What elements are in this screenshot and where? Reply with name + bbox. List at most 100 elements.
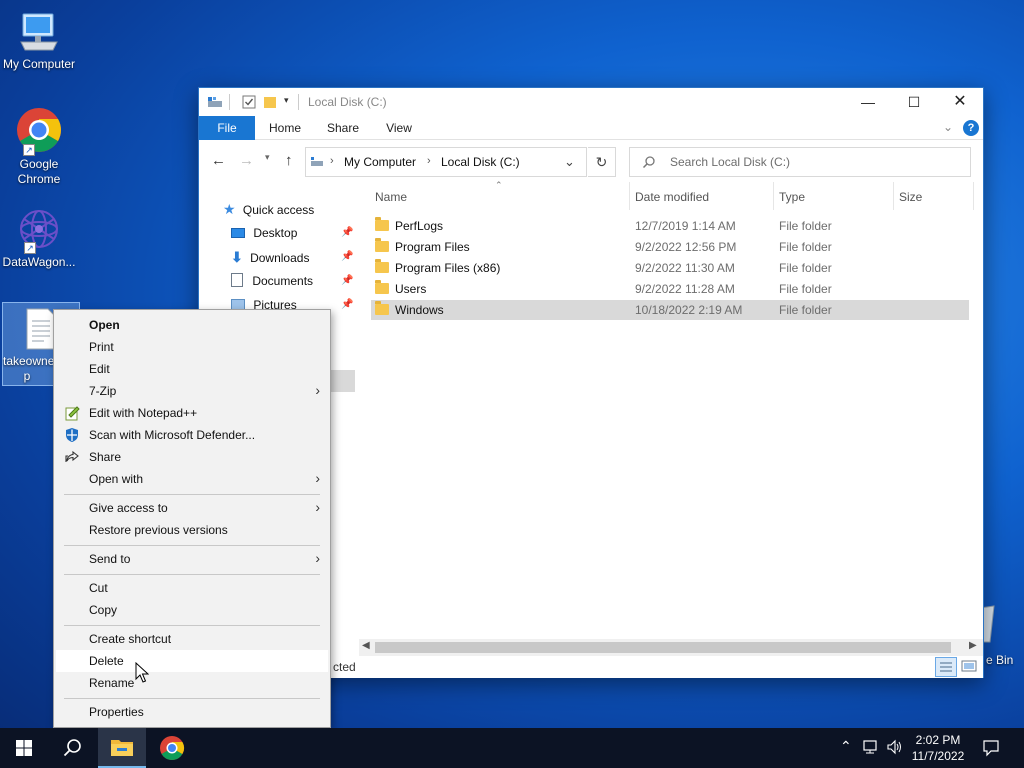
tab-file[interactable]: File: [199, 116, 255, 140]
menu-item-create-shortcut[interactable]: Create shortcut: [56, 628, 328, 650]
table-row[interactable]: Program Files 9/2/2022 12:56 PM File fol…: [371, 237, 969, 257]
recent-locations-icon[interactable]: ▾: [265, 152, 270, 163]
menu-separator: [64, 545, 320, 546]
nav-downloads[interactable]: ⬇ Downloads: [231, 246, 309, 268]
column-header-type[interactable]: Type: [779, 190, 805, 204]
menu-item-give-access[interactable]: Give access to ›: [56, 497, 328, 519]
column-header-date[interactable]: Date modified: [635, 190, 709, 204]
file-name: Program Files (x86): [395, 261, 501, 275]
new-folder-icon[interactable]: [263, 95, 277, 109]
file-name: Program Files: [395, 240, 470, 254]
menu-item-share[interactable]: Share: [56, 446, 328, 468]
menu-item-print[interactable]: Print: [56, 336, 328, 358]
desktop-icon-datawagon[interactable]: ↗ DataWagon...: [0, 206, 78, 270]
qat-separator: [298, 94, 299, 110]
network-icon[interactable]: [862, 739, 880, 758]
submenu-arrow-icon: ›: [315, 550, 320, 566]
breadcrumb-local-disk[interactable]: Local Disk (C:): [441, 155, 520, 169]
scroll-left-icon[interactable]: ◀: [362, 640, 370, 651]
defender-shield-icon: [64, 427, 80, 443]
nav-quick-access[interactable]: ★ Quick access: [223, 198, 314, 220]
show-hidden-icons[interactable]: ⌃: [840, 738, 852, 755]
volume-icon[interactable]: [886, 739, 904, 758]
minimize-button[interactable]: —: [845, 88, 891, 116]
menu-item-label: Share: [89, 450, 122, 464]
folder-icon: [111, 740, 133, 756]
column-separator: [773, 182, 774, 210]
desktop-icon-label: takeowne p: [3, 354, 55, 383]
nav-selected-item[interactable]: [329, 370, 355, 392]
column-header-name[interactable]: Name: [375, 190, 407, 204]
table-row[interactable]: PerfLogs 12/7/2019 1:14 AM File folder: [371, 216, 969, 236]
maximize-button[interactable]: ☐: [891, 88, 937, 116]
taskbar: ⌃ 2:02 PM 11/7/2022: [0, 728, 1024, 768]
menu-item-cut[interactable]: Cut: [56, 577, 328, 599]
large-icons-view-icon[interactable]: [961, 659, 977, 673]
details-view-icon[interactable]: [935, 657, 957, 677]
ribbon-expand-icon[interactable]: ⌄: [943, 120, 953, 134]
tab-share[interactable]: Share: [317, 116, 369, 140]
menu-item-restore-versions[interactable]: Restore previous versions: [56, 519, 328, 541]
taskbar-chrome[interactable]: [148, 728, 196, 768]
pin-icon[interactable]: 📌: [341, 275, 353, 286]
start-button[interactable]: [0, 728, 48, 768]
menu-item-7zip[interactable]: 7-Zip ›: [56, 380, 328, 402]
menu-item-open[interactable]: Open: [56, 314, 328, 336]
tab-home[interactable]: Home: [259, 116, 311, 140]
share-icon: [64, 449, 80, 465]
address-row: ← → ▾ ↑ › My Computer › Local Disk (C:) …: [199, 140, 983, 182]
desktop-icon-recycle-bin[interactable]: e Bin: [979, 604, 1024, 670]
pin-icon[interactable]: 📌: [341, 227, 353, 238]
table-row-selected[interactable]: Windows 10/18/2022 2:19 AM File folder: [371, 300, 969, 320]
address-bar[interactable]: › My Computer › Local Disk (C:) ⌄: [305, 147, 587, 177]
submenu-arrow-icon: ›: [315, 499, 320, 515]
system-clock[interactable]: 2:02 PM 11/7/2022: [906, 732, 970, 764]
menu-item-open-with[interactable]: Open with ›: [56, 468, 328, 490]
qat-dropdown-icon[interactable]: ▾: [284, 95, 294, 109]
tab-view[interactable]: View: [375, 116, 423, 140]
file-type: File folder: [779, 240, 832, 254]
breadcrumb-my-computer[interactable]: My Computer: [344, 155, 416, 169]
search-button[interactable]: [48, 728, 96, 768]
clock-time: 2:02 PM: [915, 733, 961, 747]
nav-desktop[interactable]: Desktop: [231, 222, 297, 244]
menu-item-send-to[interactable]: Send to ›: [56, 548, 328, 570]
windows-logo-icon: [16, 740, 32, 756]
address-dropdown-icon[interactable]: ⌄: [564, 154, 575, 170]
menu-item-rename[interactable]: Rename: [56, 672, 328, 694]
back-button[interactable]: ←: [211, 152, 226, 169]
horizontal-scrollbar[interactable]: ◀ ▶: [359, 639, 983, 656]
desktop-icon-label: DataWagon...: [2, 255, 76, 269]
search-box[interactable]: Search Local Disk (C:): [629, 147, 971, 177]
menu-item-label: 7-Zip: [89, 384, 117, 398]
table-row[interactable]: Users 9/2/2022 11:28 AM File folder: [371, 279, 969, 299]
forward-button[interactable]: →: [239, 152, 254, 169]
pin-icon[interactable]: 📌: [341, 299, 353, 310]
taskbar-file-explorer[interactable]: [98, 728, 146, 768]
refresh-button[interactable]: ↻: [588, 147, 616, 177]
close-button[interactable]: ✕: [937, 88, 983, 116]
nav-documents[interactable]: Documents: [231, 270, 313, 292]
column-header-size[interactable]: Size: [899, 190, 922, 204]
desktop-icon-google-chrome[interactable]: ↗ Google Chrome: [0, 106, 78, 187]
menu-item-edit-notepadpp[interactable]: Edit with Notepad++: [56, 402, 328, 424]
menu-item-scan-defender[interactable]: Scan with Microsoft Defender...: [56, 424, 328, 446]
notifications-icon[interactable]: [982, 739, 1000, 760]
menu-item-label: Cut: [89, 581, 108, 595]
desktop-icon-label: My Computer: [2, 57, 76, 71]
status-text: cted: [333, 660, 356, 674]
menu-item-properties[interactable]: Properties: [56, 701, 328, 723]
menu-item-delete[interactable]: Delete: [56, 650, 328, 672]
menu-item-label: Scan with Microsoft Defender...: [89, 428, 256, 442]
properties-check-icon[interactable]: [242, 95, 256, 109]
desktop-folder-icon: [231, 228, 245, 238]
table-row[interactable]: Program Files (x86) 9/2/2022 11:30 AM Fi…: [371, 258, 969, 278]
up-button[interactable]: ↑: [285, 152, 293, 169]
menu-item-edit[interactable]: Edit: [56, 358, 328, 380]
menu-item-copy[interactable]: Copy: [56, 599, 328, 621]
desktop-icon-my-computer[interactable]: My Computer: [0, 10, 78, 72]
scrollbar-thumb[interactable]: [375, 642, 951, 653]
scroll-right-icon[interactable]: ▶: [969, 640, 977, 651]
help-icon[interactable]: ?: [963, 120, 979, 136]
pin-icon[interactable]: 📌: [341, 251, 353, 262]
